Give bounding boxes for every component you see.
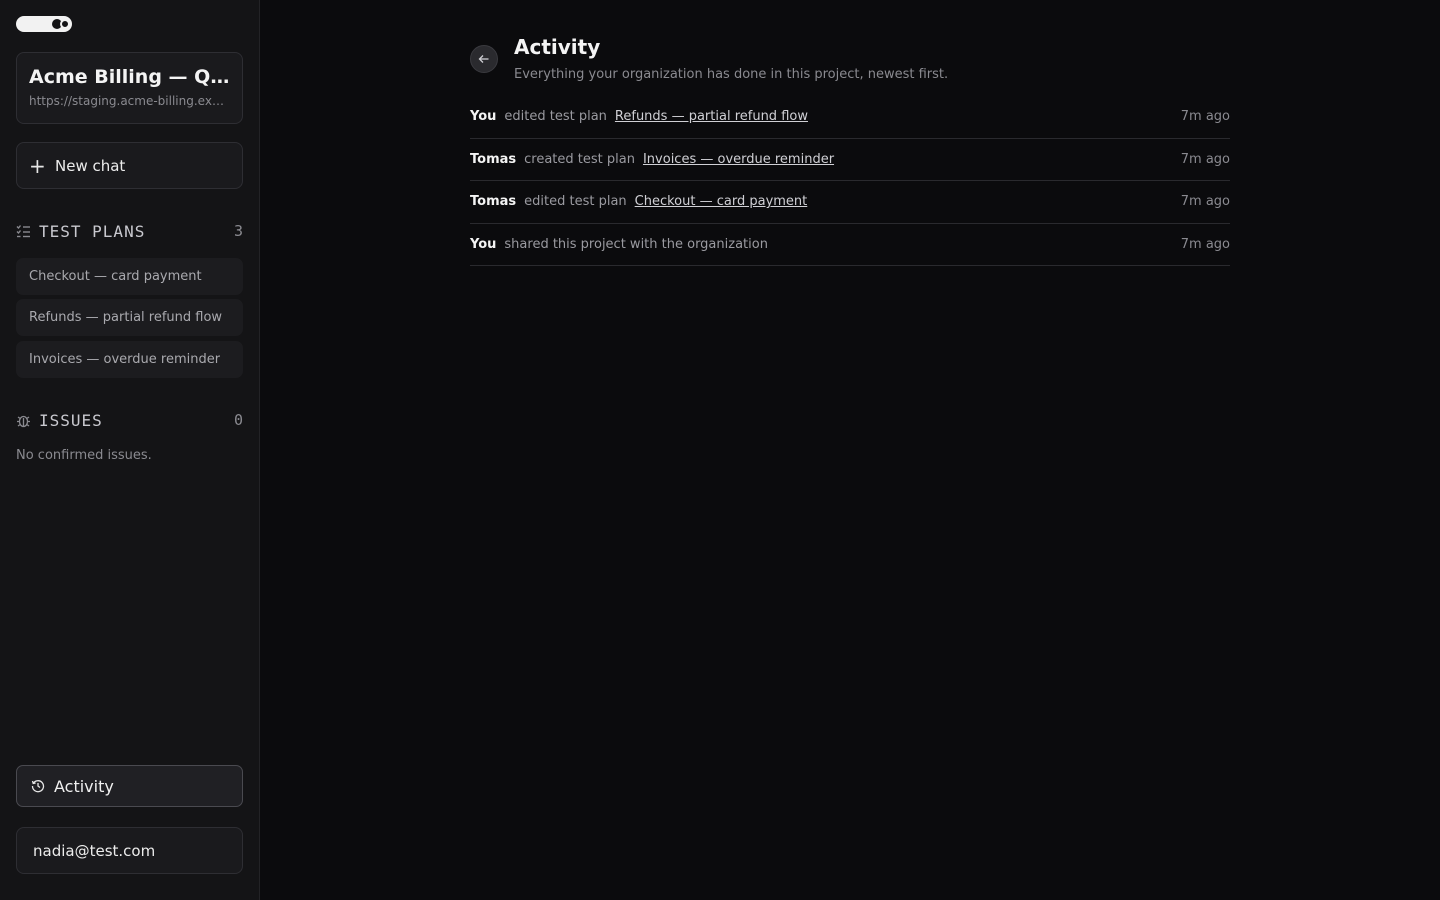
test-plan-item[interactable]: Invoices — overdue reminder bbox=[16, 341, 243, 378]
activity-action: edited test plan bbox=[504, 109, 607, 125]
project-url: https://staging.acme-billing.example.com bbox=[29, 94, 230, 108]
test-plans-header: TEST PLANS 3 bbox=[16, 220, 243, 242]
issues-title: ISSUES bbox=[39, 410, 103, 430]
activity-action: edited test plan bbox=[524, 194, 627, 210]
sidebar: Acme Billing — QA regression https://sta… bbox=[0, 0, 260, 900]
page-subtitle: Everything your organization has done in… bbox=[514, 67, 949, 82]
issues-header: ISSUES 0 bbox=[16, 409, 243, 431]
bug-icon bbox=[16, 412, 32, 428]
test-plan-label: Checkout — card payment bbox=[29, 269, 202, 284]
history-icon bbox=[31, 779, 45, 793]
page-title: Activity bbox=[514, 35, 601, 59]
main-content: Activity Everything your organization ha… bbox=[260, 0, 1440, 900]
activity-label: Activity bbox=[54, 776, 114, 796]
test-plans-count: 3 bbox=[233, 222, 243, 240]
activity-feed: You edited test plan Refunds — partial r… bbox=[470, 96, 1230, 266]
project-card[interactable]: Acme Billing — QA regression https://sta… bbox=[16, 52, 243, 124]
new-chat-label: New chat bbox=[55, 156, 126, 175]
activity-time: 7m ago bbox=[1180, 151, 1230, 167]
activity-row: Tomas edited test plan Checkout — card p… bbox=[470, 181, 1230, 224]
activity-actor: Tomas bbox=[470, 151, 517, 167]
test-plan-label: Invoices — overdue reminder bbox=[29, 352, 221, 367]
arrow-left-icon bbox=[478, 55, 489, 63]
activity-target-link[interactable]: Invoices — overdue reminder bbox=[643, 152, 834, 167]
test-plans-title: TEST PLANS bbox=[39, 221, 146, 241]
plus-icon: + bbox=[29, 153, 46, 178]
activity-time: 7m ago bbox=[1180, 236, 1230, 252]
activity-target-link[interactable]: Checkout — card payment bbox=[635, 194, 808, 209]
test-plan-label: Refunds — partial refund flow bbox=[29, 310, 223, 325]
activity-row: Tomas created test plan Invoices — overd… bbox=[470, 139, 1230, 181]
test-plan-item[interactable]: Refunds — partial refund flow bbox=[16, 299, 243, 336]
user-account-button[interactable]: nadia@test.com bbox=[16, 827, 243, 874]
activity-time: 7m ago bbox=[1180, 194, 1230, 210]
back-button[interactable] bbox=[470, 45, 498, 73]
logo-toggle-icon[interactable] bbox=[16, 16, 72, 32]
project-title: Acme Billing — QA regression bbox=[29, 66, 230, 88]
activity-target-link[interactable]: Refunds — partial refund flow bbox=[615, 109, 808, 124]
activity-time: 7m ago bbox=[1180, 109, 1230, 125]
activity-row: You shared this project with the organiz… bbox=[470, 224, 1230, 266]
test-plan-item[interactable]: Checkout — card payment bbox=[16, 258, 243, 295]
user-email: nadia@test.com bbox=[33, 841, 156, 860]
activity-button[interactable]: Activity bbox=[16, 765, 243, 807]
activity-row: You edited test plan Refunds — partial r… bbox=[470, 96, 1230, 139]
issues-count: 0 bbox=[233, 411, 243, 429]
activity-actor: You bbox=[470, 109, 497, 125]
new-chat-button[interactable]: + New chat bbox=[16, 142, 243, 189]
activity-action: created test plan bbox=[524, 151, 635, 167]
activity-actor: You bbox=[470, 236, 497, 252]
issues-empty-text: No confirmed issues. bbox=[16, 448, 152, 463]
activity-actor: Tomas bbox=[470, 194, 517, 210]
activity-action: shared this project with the organizatio… bbox=[504, 236, 768, 252]
checklist-icon bbox=[16, 223, 32, 239]
